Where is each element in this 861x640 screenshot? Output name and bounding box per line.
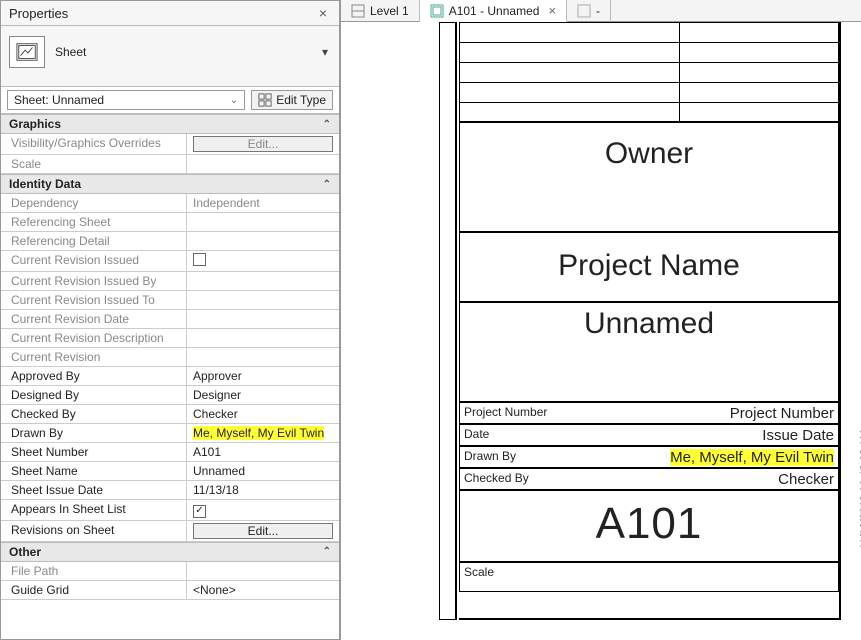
floorplan-icon — [351, 4, 365, 18]
tab-level1[interactable]: Level 1 — [341, 0, 420, 22]
row-sheet-issue-date[interactable]: Sheet Issue Date11/13/18 — [1, 481, 339, 500]
collapse-icon: ⌃ — [323, 546, 331, 557]
drawn-by-value[interactable]: Me, Myself, My Evil Twin — [193, 426, 324, 440]
close-icon[interactable]: × — [548, 3, 556, 18]
sheet-icon — [577, 4, 591, 18]
cell-scale: Scale — [459, 562, 839, 592]
row-revisions-on-sheet[interactable]: Revisions on SheetEdit... — [1, 521, 339, 542]
instance-selector-row: Sheet: Unnamed ⌄ Edit Type — [1, 87, 339, 114]
property-grid: Graphics⌃ Visibility/Graphics Overrides … — [1, 114, 339, 639]
cell-sheet-name: Unnamed — [459, 302, 839, 402]
row-visibility-graphics[interactable]: Visibility/Graphics Overrides Edit... — [1, 134, 339, 155]
row-current-revision-description[interactable]: Current Revision Description — [1, 329, 339, 348]
view-area: Level 1 A101 - Unnamed × - — [340, 0, 861, 640]
close-icon[interactable]: × — [315, 5, 331, 21]
sheet-name-text: Unnamed — [460, 303, 838, 341]
type-name: Sheet — [55, 45, 319, 59]
group-other[interactable]: Other⌃ — [1, 542, 339, 562]
cell-drawn-by: Drawn By Me, Myself, My Evil Twin — [459, 446, 839, 468]
row-guide-grid[interactable]: Guide Grid<None> — [1, 581, 339, 600]
properties-panel: Properties × Sheet ▾ Sheet: Unnamed ⌄ Ed… — [0, 0, 340, 640]
edit-type-button[interactable]: Edit Type — [251, 90, 333, 110]
row-current-revision-issued-to[interactable]: Current Revision Issued To — [1, 291, 339, 310]
chevron-down-icon: ⌄ — [230, 95, 238, 106]
cell-date: Date Issue Date — [459, 424, 839, 446]
edit-button[interactable]: Edit... — [193, 136, 333, 152]
row-appears-in-sheet-list[interactable]: Appears In Sheet List✓ — [1, 500, 339, 521]
row-approved-by[interactable]: Approved ByApprover — [1, 367, 339, 386]
row-scale[interactable]: Scale — [1, 155, 339, 174]
chevron-down-icon: ▾ — [319, 45, 331, 59]
row-referencing-sheet[interactable]: Referencing Sheet — [1, 213, 339, 232]
cell-project-number: Project Number Project Number — [459, 402, 839, 424]
group-identity[interactable]: Identity Data⌃ — [1, 174, 339, 194]
sheet-icon — [9, 36, 45, 68]
owner-text: Owner — [460, 123, 838, 171]
tab-sheet-a101[interactable]: A101 - Unnamed × — [420, 0, 567, 22]
row-sheet-name[interactable]: Sheet NameUnnamed — [1, 462, 339, 481]
cell-sheet-number: A101 — [459, 490, 839, 562]
row-referencing-detail[interactable]: Referencing Detail — [1, 232, 339, 251]
cell-project-name: Project Name — [459, 232, 839, 302]
collapse-icon: ⌃ — [323, 179, 331, 190]
type-selector[interactable]: Sheet ▾ — [1, 26, 339, 87]
row-current-revision-issued[interactable]: Current Revision Issued — [1, 251, 339, 272]
row-designed-by[interactable]: Designed ByDesigner — [1, 386, 339, 405]
checkbox — [193, 253, 206, 266]
tab-blank[interactable]: - — [567, 0, 611, 22]
row-current-revision-issued-by[interactable]: Current Revision Issued By — [1, 272, 339, 291]
revision-schedule — [459, 22, 839, 122]
drawn-by-value: Me, Myself, My Evil Twin — [670, 449, 834, 466]
row-current-revision-date[interactable]: Current Revision Date — [1, 310, 339, 329]
row-dependency[interactable]: DependencyIndependent — [1, 194, 339, 213]
properties-icon — [258, 93, 272, 107]
collapse-icon: ⌃ — [323, 119, 331, 130]
sheet-icon — [430, 4, 444, 18]
row-file-path[interactable]: File Path — [1, 562, 339, 581]
titleblock: Owner Project Name Unnamed Project Numbe… — [459, 22, 841, 620]
instance-selector[interactable]: Sheet: Unnamed ⌄ — [7, 90, 245, 110]
row-checked-by[interactable]: Checked ByChecker — [1, 405, 339, 424]
project-name-text: Project Name — [460, 233, 838, 283]
sheet-number-text: A101 — [460, 491, 838, 549]
row-drawn-by[interactable]: Drawn ByMe, Myself, My Evil Twin — [1, 424, 339, 443]
titleblock-side-strip — [439, 22, 457, 620]
cell-checked-by: Checked By Checker — [459, 468, 839, 490]
checkbox[interactable]: ✓ — [193, 505, 206, 518]
tab-bar: Level 1 A101 - Unnamed × - — [341, 0, 861, 22]
edit-button[interactable]: Edit... — [193, 523, 333, 539]
instance-selector-text: Sheet: Unnamed — [14, 93, 104, 107]
drawing-canvas[interactable]: Owner Project Name Unnamed Project Numbe… — [341, 22, 861, 640]
edit-type-label: Edit Type — [276, 93, 326, 107]
row-current-revision[interactable]: Current Revision — [1, 348, 339, 367]
row-sheet-number[interactable]: Sheet NumberA101 — [1, 443, 339, 462]
panel-header: Properties × — [1, 1, 339, 26]
cell-owner: Owner — [459, 122, 839, 232]
panel-title: Properties — [9, 6, 68, 21]
group-graphics[interactable]: Graphics⌃ — [1, 114, 339, 134]
